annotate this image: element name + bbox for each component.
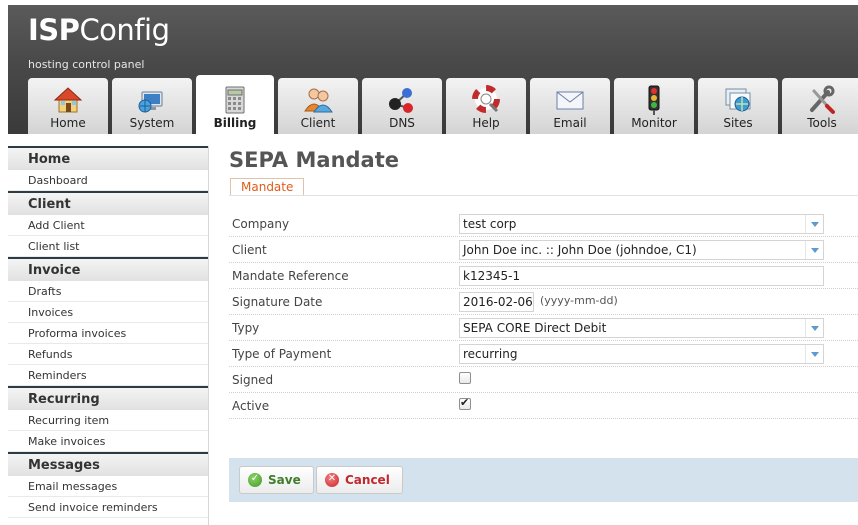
signature-date-label: Signature Date <box>232 295 323 309</box>
tools-icon <box>810 85 835 114</box>
form-row-client: Client John Doe inc. :: John Doe (johndo… <box>229 237 858 263</box>
tab-billing[interactable]: Billing <box>196 75 274 134</box>
dns-network-icon <box>389 88 413 113</box>
mandate-reference-input[interactable]: k12345-1 <box>459 266 824 286</box>
tab-label: Billing <box>213 116 257 130</box>
tab-label: Email <box>553 116 587 130</box>
tab-help[interactable]: Help <box>446 78 526 134</box>
tab-monitor[interactable]: Monitor <box>614 78 694 134</box>
company-label: Company <box>232 217 290 231</box>
tab-tools[interactable]: Tools <box>782 78 858 134</box>
form-row-type-of-payment: Type of Payment recurring <box>229 341 858 367</box>
company-value: test corp <box>463 217 517 231</box>
typy-select[interactable]: SEPA CORE Direct Debit <box>459 318 824 338</box>
tab-label: Sites <box>723 116 753 130</box>
date-format-hint: (yyyy-mm-dd) <box>540 294 618 307</box>
house-icon <box>53 87 83 113</box>
signed-checkbox[interactable] <box>459 372 471 384</box>
tab-divider <box>229 195 858 196</box>
checkmark-icon: ✓ <box>248 473 262 487</box>
sidebar-section-client: Client <box>8 191 208 215</box>
tab-system[interactable]: System <box>112 78 192 134</box>
page-title: SEPA Mandate <box>229 148 399 172</box>
tab-mandate[interactable]: Mandate <box>230 178 305 195</box>
typy-value: SEPA CORE Direct Debit <box>463 321 607 335</box>
tab-dns[interactable]: DNS <box>362 78 442 134</box>
sidebar-section-recurring: Recurring <box>8 386 208 410</box>
tab-label: System <box>129 116 175 130</box>
cancel-button[interactable]: ✕ Cancel <box>316 466 403 494</box>
signed-label: Signed <box>232 373 274 387</box>
sidebar-item-recurring-item[interactable]: Recurring item <box>8 410 208 431</box>
company-select[interactable]: test corp <box>459 214 824 234</box>
sidebar-item-dashboard[interactable]: Dashboard <box>8 170 208 191</box>
tab-sites[interactable]: Sites <box>698 78 778 134</box>
tab-home[interactable]: Home <box>28 78 108 134</box>
sidebar-item-proforma-invoices[interactable]: Proforma invoices <box>8 323 208 344</box>
calculator-icon <box>225 86 245 114</box>
computer-globe-icon <box>138 91 163 113</box>
sidebar-section-messages: Messages <box>8 452 208 476</box>
form-row-typy: Typy SEPA CORE Direct Debit <box>229 315 858 341</box>
typy-label: Typy <box>232 321 260 335</box>
form-row-signature-date: Signature Date 2016-02-06 (yyyy-mm-dd) <box>229 289 858 315</box>
chevron-down-icon <box>805 215 823 233</box>
save-button[interactable]: ✓ Save <box>239 466 314 494</box>
sidebar-section-home: Home <box>8 146 208 170</box>
chevron-down-icon <box>805 241 823 259</box>
tab-label: DNS <box>389 116 415 130</box>
form-row-signed: Signed <box>229 367 858 393</box>
close-icon: ✕ <box>325 473 339 487</box>
active-checkbox[interactable] <box>459 396 471 410</box>
sidebar-item-email-messages[interactable]: Email messages <box>8 476 208 497</box>
sites-globe-icon <box>725 88 751 112</box>
app-header: ISPConfig hosting control panel Home Sys… <box>8 5 858 134</box>
users-icon <box>304 88 333 113</box>
form-button-bar: ✓ Save ✕ Cancel <box>229 458 858 502</box>
tab-label: Tools <box>807 116 837 130</box>
save-button-label: Save <box>268 473 301 487</box>
sidebar-item-add-client[interactable]: Add Client <box>8 215 208 236</box>
sidebar: Home Dashboard Client Add Client Client … <box>8 146 209 525</box>
sidebar-item-reminders[interactable]: Reminders <box>8 365 208 386</box>
sidebar-item-make-invoices[interactable]: Make invoices <box>8 431 208 452</box>
tab-client[interactable]: Client <box>278 78 358 134</box>
type-of-payment-label: Type of Payment <box>232 347 332 361</box>
tab-label: Monitor <box>631 116 677 130</box>
client-value: John Doe inc. :: John Doe (johndoe, C1) <box>463 243 697 257</box>
traffic-light-icon <box>648 85 660 115</box>
tab-label: Home <box>50 116 86 130</box>
app-tagline: hosting control panel <box>28 58 145 71</box>
envelope-icon <box>556 91 584 110</box>
lifebuoy-icon <box>472 85 500 113</box>
sidebar-item-send-invoice-reminders[interactable]: Send invoice reminders <box>8 497 208 518</box>
client-label: Client <box>232 243 267 257</box>
tab-email[interactable]: Email <box>530 78 610 134</box>
sidebar-section-invoice: Invoice <box>8 257 208 281</box>
sidebar-item-client-list[interactable]: Client list <box>8 236 208 257</box>
tab-label: Client <box>300 116 336 130</box>
sidebar-item-drafts[interactable]: Drafts <box>8 281 208 302</box>
main-nav-tabs: Home System Billing Client DNS Help Emai… <box>28 75 858 134</box>
client-select[interactable]: John Doe inc. :: John Doe (johndoe, C1) <box>459 240 824 260</box>
type-of-payment-value: recurring <box>463 347 518 361</box>
mandate-reference-label: Mandate Reference <box>232 269 349 283</box>
app-logo: ISPConfig <box>28 13 170 47</box>
form-row-company: Company test corp <box>229 211 858 237</box>
chevron-down-icon <box>805 319 823 337</box>
sidebar-item-invoices[interactable]: Invoices <box>8 302 208 323</box>
signature-date-input[interactable]: 2016-02-06 <box>459 292 534 312</box>
type-of-payment-select[interactable]: recurring <box>459 344 824 364</box>
tab-label: Help <box>472 116 500 130</box>
active-label: Active <box>232 399 270 413</box>
sidebar-item-refunds[interactable]: Refunds <box>8 344 208 365</box>
mandate-form: Company test corp Client John Doe inc. :… <box>229 211 858 419</box>
form-row-active: Active <box>229 393 858 419</box>
chevron-down-icon <box>805 345 823 363</box>
main-content: SEPA Mandate Mandate Company test corp C… <box>229 146 858 419</box>
form-row-mandate-reference: Mandate Reference k12345-1 <box>229 263 858 289</box>
cancel-button-label: Cancel <box>345 473 390 487</box>
